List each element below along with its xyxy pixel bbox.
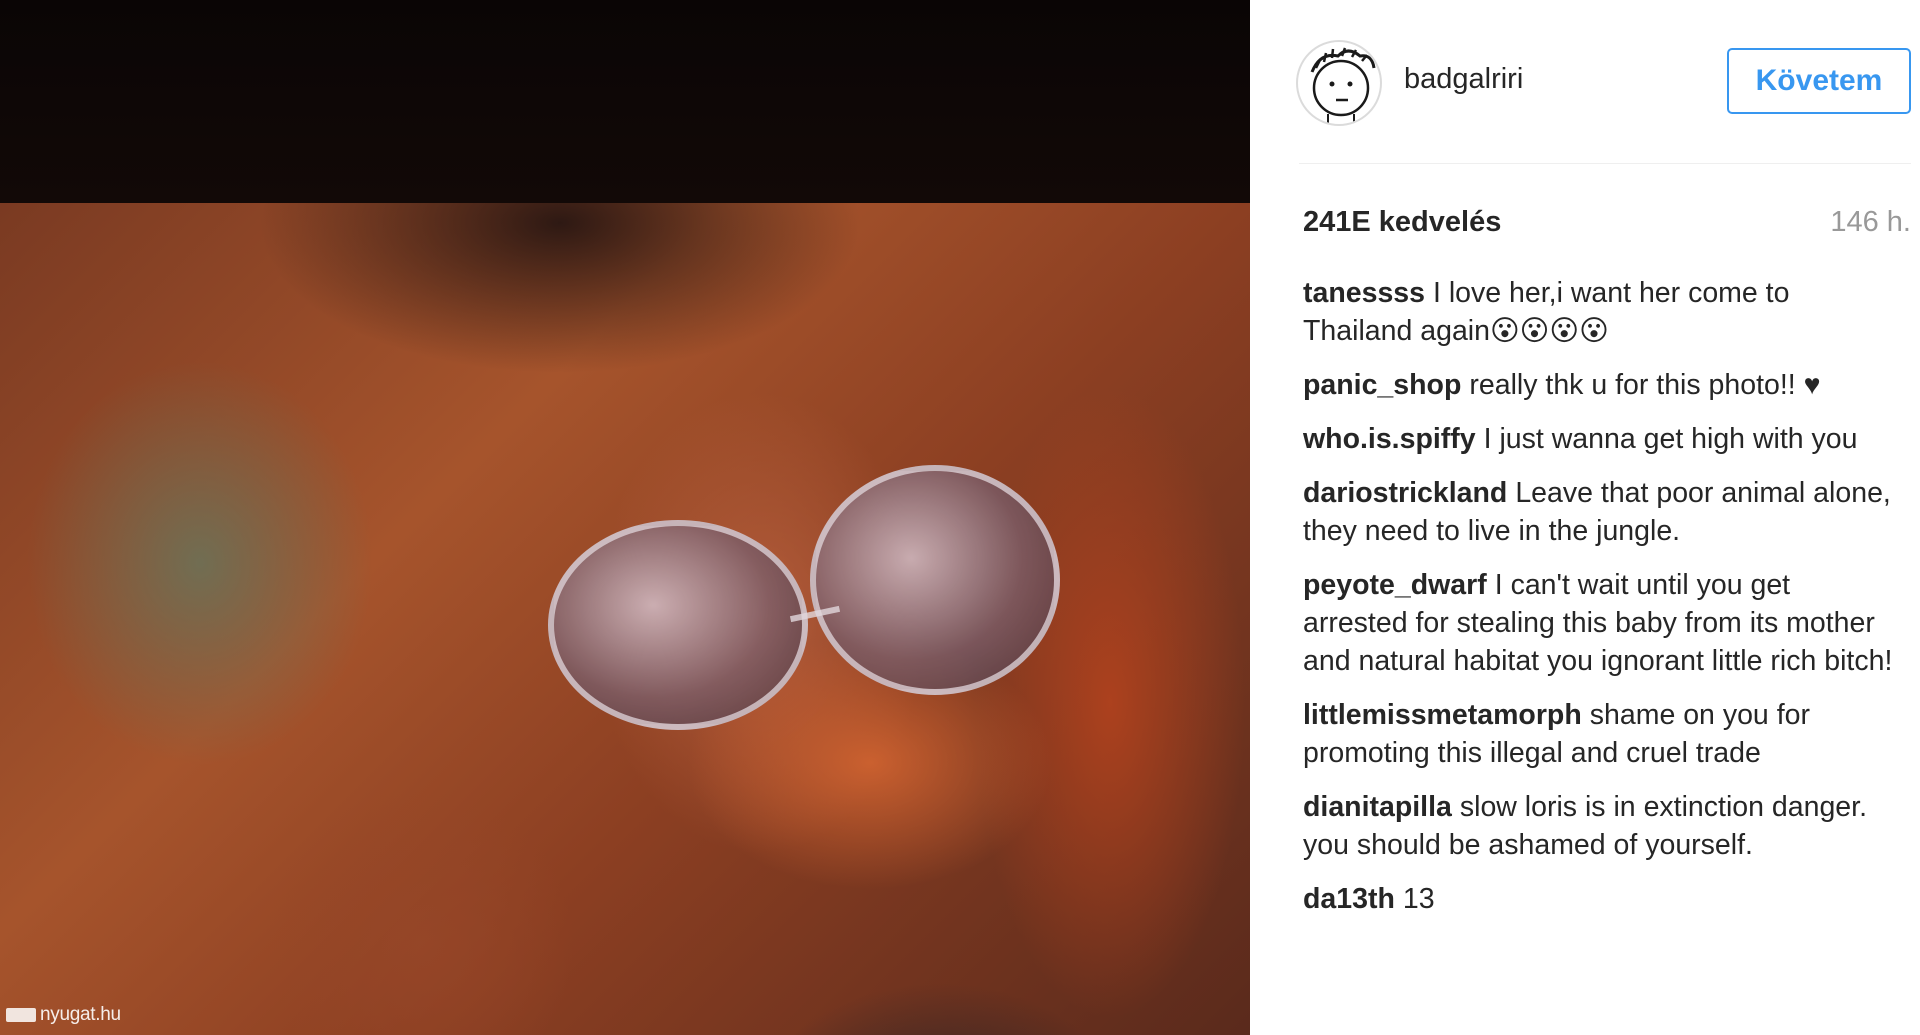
comment-text: 13	[1402, 883, 1435, 915]
comment-item: peyote_dwarf I can't wait until you get a…	[1303, 566, 1893, 680]
comment-item: littlemissmetamorph shame on you for prom…	[1303, 696, 1893, 772]
comment-text: really thk u for this photo!! ♥	[1469, 369, 1821, 401]
comment-username[interactable]: tanessss	[1303, 277, 1425, 309]
comment-username[interactable]: dianitapilla	[1303, 791, 1452, 823]
post-photo[interactable]	[0, 203, 1250, 1035]
comments-list: tanessss I love her,i want her come to Th…	[1303, 274, 1893, 934]
comment-username[interactable]: peyote_dwarf	[1303, 569, 1487, 601]
comment-item: dariostrickland Leave that poor animal al…	[1303, 474, 1893, 550]
comment-item: panic_shop really thk u for this photo!! …	[1303, 366, 1893, 404]
post-header: badgalriri Követem	[1251, 0, 1920, 164]
post-time[interactable]: 146 h.	[1830, 206, 1911, 239]
watermark: nyugat.hu	[6, 1004, 121, 1026]
follow-button[interactable]: Követem	[1727, 48, 1911, 114]
post-stats: 241E kedvelés 146 h.	[1303, 206, 1911, 246]
cartoon-face-avatar-icon	[1310, 47, 1376, 124]
comment-username[interactable]: panic_shop	[1303, 369, 1461, 401]
post-sidebar: badgalriri Követem 241E kedvelés 146 h. …	[1251, 0, 1920, 1035]
comment-text: I just wanna get high with you	[1483, 423, 1858, 455]
comment-username[interactable]: littlemissmetamorph	[1303, 699, 1582, 731]
comment-item: dianitapilla slow loris is in extinction …	[1303, 788, 1893, 864]
post-username[interactable]: badgalriri	[1404, 63, 1523, 96]
sunglasses-left-lens	[548, 520, 808, 730]
comment-username[interactable]: da13th	[1303, 883, 1395, 915]
watermark-logo-icon	[6, 1008, 36, 1022]
photo-letterbox	[0, 0, 1250, 203]
sunglasses-right-lens	[810, 465, 1060, 695]
comment-item: da13th 13	[1303, 880, 1893, 918]
comment-username[interactable]: dariostrickland	[1303, 477, 1507, 509]
avatar[interactable]	[1296, 40, 1382, 126]
comment-item: who.is.spiffy I just wanna get high with …	[1303, 420, 1893, 458]
likes-count[interactable]: 241E kedvelés	[1303, 206, 1501, 239]
comment-username[interactable]: who.is.spiffy	[1303, 423, 1476, 455]
post-photo-area: nyugat.hu	[0, 0, 1250, 1035]
watermark-text: nyugat.hu	[40, 1004, 121, 1025]
comment-item: tanessss I love her,i want her come to Th…	[1303, 274, 1893, 350]
header-divider	[1299, 163, 1911, 164]
